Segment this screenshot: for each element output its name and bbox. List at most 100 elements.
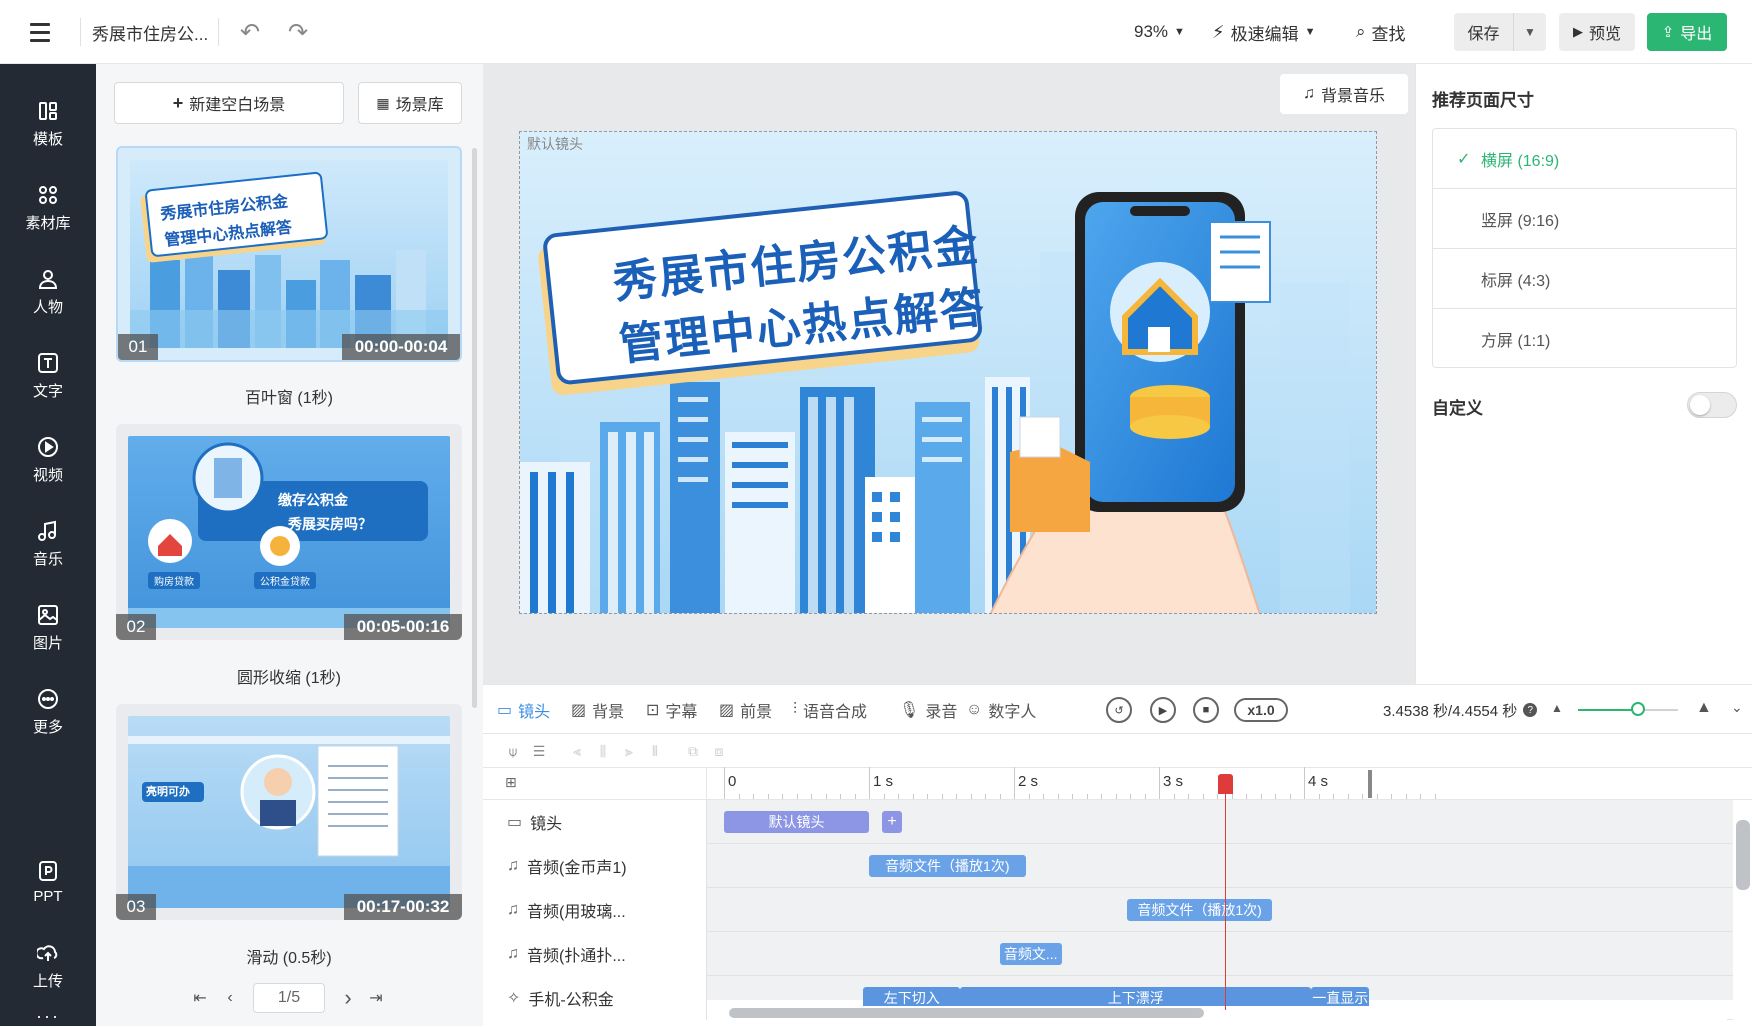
- ruler-minor-tick: [782, 794, 783, 799]
- find-button[interactable]: ⌕ 查找: [1356, 16, 1406, 48]
- preview-button[interactable]: ▶ 预览: [1559, 13, 1635, 51]
- chevron-down-icon[interactable]: ▼: [1514, 13, 1546, 51]
- ruler-minor-tick: [883, 794, 885, 799]
- playback-speed[interactable]: x1.0: [1234, 698, 1288, 722]
- sidebar-item-material[interactable]: 素材库: [0, 172, 96, 244]
- replay-icon[interactable]: ↺: [1106, 697, 1132, 723]
- thumb-title-line2: 秀展买房吗？: [288, 516, 372, 532]
- size-option-label: 竖屏 (9:16): [1481, 212, 1560, 230]
- ruler-minor-tick: [1057, 794, 1059, 799]
- hamburger-menu-icon[interactable]: [22, 16, 58, 48]
- sidebar-item-ppt[interactable]: PPT: [0, 846, 96, 918]
- sidebar-item-label: 素材库: [25, 214, 71, 232]
- scene-library-button[interactable]: ▦ 场景库: [358, 82, 462, 124]
- sidebar-item-image[interactable]: 图片: [0, 592, 96, 664]
- more-dots-icon[interactable]: ···: [36, 1006, 60, 1027]
- timeline-align-toolbar: ⍦ ☰ ⫷ ⫼ ⫸ ⫴ ⧉ ⧈: [483, 734, 1752, 768]
- sidebar-item-template[interactable]: 模板: [0, 88, 96, 160]
- tab-foreground[interactable]: ▨ 前景: [719, 685, 772, 735]
- timeline-vertical-scrollbar[interactable]: [1733, 800, 1752, 1000]
- track-name[interactable]: ♫ 音频(金币声1): [483, 844, 707, 888]
- scene-scrollbar[interactable]: [472, 148, 477, 708]
- redo-icon[interactable]: ↷: [282, 14, 314, 50]
- playhead[interactable]: [1224, 776, 1226, 1010]
- slider-knob[interactable]: [1631, 702, 1645, 716]
- duration-end-marker[interactable]: [1368, 770, 1373, 798]
- ruler-label: 4 s: [1308, 773, 1329, 790]
- align-right-icon[interactable]: ⫸: [619, 741, 639, 761]
- help-icon[interactable]: ?: [1523, 703, 1538, 717]
- zoom-out-icon[interactable]: ▲: [1551, 701, 1563, 715]
- distribute-icon[interactable]: ⫴: [645, 741, 665, 761]
- zoom-value: 93%: [1134, 22, 1169, 41]
- timeline-clip[interactable]: 音频文件（播放1次): [1127, 899, 1273, 921]
- align-center-icon[interactable]: ⫼: [593, 741, 613, 761]
- save-button[interactable]: 保存: [1454, 13, 1514, 51]
- filter-icon[interactable]: ⍦: [503, 741, 523, 761]
- export-button[interactable]: ⇪ 导出: [1647, 13, 1727, 51]
- custom-size-toggle[interactable]: [1687, 392, 1737, 418]
- music-icon: ♫: [1302, 85, 1315, 102]
- add-lens-button[interactable]: +: [882, 811, 902, 833]
- stage-canvas[interactable]: 秀展市住房公积金 管理中心热点解答: [519, 131, 1377, 614]
- ruler-minor-tick: [1115, 794, 1117, 799]
- playhead-handle[interactable]: [1217, 774, 1233, 794]
- first-page-icon[interactable]: ⇤: [188, 980, 212, 1016]
- speed-edit-dropdown[interactable]: ⚡ 极速编辑 ▼: [1212, 16, 1316, 48]
- add-track-icon[interactable]: ⊞: [505, 774, 517, 791]
- tab-digital-human[interactable]: ☺ 数字人: [966, 685, 1036, 735]
- tab-record[interactable]: 🎙 录音: [899, 685, 957, 735]
- tab-subtitle[interactable]: ⊡ 字幕: [646, 685, 697, 735]
- last-page-icon[interactable]: ⇥: [364, 980, 388, 1016]
- timeline-clip[interactable]: 音频文...: [999, 943, 1062, 965]
- timeline-clip[interactable]: 音频文件（播放1次): [869, 855, 1026, 877]
- tab-background[interactable]: ▨ 背景: [571, 685, 624, 735]
- scene-card-01[interactable]: 秀展市住房公积金 管理中心热点解答 01 00:00-00:04: [116, 146, 462, 362]
- camera-icon: ▭: [497, 702, 513, 719]
- track-name[interactable]: ♫ 音频(扑通扑...: [483, 932, 707, 976]
- document-title[interactable]: 秀展市住房公...: [92, 18, 208, 46]
- sidebar-item-person[interactable]: 人物: [0, 256, 96, 328]
- track-name-label: 镜头: [530, 816, 563, 833]
- timeline-zoom-slider[interactable]: [1578, 702, 1678, 716]
- sidebar-item-upload[interactable]: 上传: [0, 930, 96, 1002]
- page-input[interactable]: 1/5: [253, 983, 325, 1013]
- scene-number: 01: [118, 334, 158, 360]
- more-icon: [36, 688, 60, 710]
- layers-icon[interactable]: ☰: [529, 741, 549, 761]
- align-left-icon[interactable]: ⫷: [567, 741, 587, 761]
- ruler-minor-tick: [1231, 794, 1233, 799]
- sidebar-item-video[interactable]: 视频: [0, 424, 96, 496]
- ruler-label: 3 s: [1163, 773, 1184, 790]
- scene-card-03[interactable]: 亮明可办 03 00:17-00:32: [116, 704, 462, 920]
- group-icon[interactable]: ⧉: [683, 741, 703, 761]
- next-page-icon[interactable]: ›: [336, 980, 360, 1016]
- tab-tts[interactable]: ⫶ 语音合成: [793, 685, 867, 735]
- track-name[interactable]: ♫ 音频(用玻璃...: [483, 888, 707, 932]
- stop-icon[interactable]: ■: [1193, 697, 1219, 723]
- scene-thumbnail: 秀展市住房公积金 管理中心热点解答: [130, 160, 448, 348]
- ungroup-icon[interactable]: ⧈: [709, 741, 729, 761]
- prev-page-icon[interactable]: ‹: [218, 980, 242, 1016]
- background-music-button[interactable]: ♫ 背景音乐: [1280, 74, 1408, 114]
- sidebar-item-music[interactable]: 音乐: [0, 508, 96, 580]
- save-button-group: 保存 ▼: [1454, 13, 1546, 51]
- size-option-1-1[interactable]: 方屏 (1:1): [1433, 309, 1736, 369]
- size-option-9-16[interactable]: 竖屏 (9:16): [1433, 189, 1736, 249]
- zoom-dropdown[interactable]: 93% ▼: [1134, 16, 1185, 48]
- timeline-horizontal-scrollbar[interactable]: [707, 1006, 1727, 1020]
- zoom-in-icon[interactable]: ▲: [1696, 699, 1712, 717]
- track-name[interactable]: ✧ 手机-公积金: [483, 976, 707, 1020]
- timeline-clip[interactable]: 默认镜头: [724, 811, 869, 833]
- track-name[interactable]: ▭ 镜头: [483, 800, 707, 844]
- sidebar-item-more[interactable]: 更多: [0, 676, 96, 748]
- new-scene-button[interactable]: + 新建空白场景: [114, 82, 344, 124]
- collapse-icon[interactable]: ⌄: [1731, 699, 1743, 716]
- size-option-4-3[interactable]: 标屏 (4:3): [1433, 249, 1736, 309]
- tab-lens[interactable]: ▭ 镜头: [497, 685, 550, 735]
- play-icon[interactable]: ▶: [1150, 697, 1176, 723]
- undo-icon[interactable]: ↶: [234, 14, 266, 50]
- size-option-16-9[interactable]: ✓ 横屏 (16:9): [1433, 129, 1736, 189]
- sidebar-item-text[interactable]: 文字: [0, 340, 96, 412]
- scene-card-02[interactable]: 缴存公积金 秀展买房吗？ 购房贷款 公积金贷款 02 00:05-00:16: [116, 424, 462, 640]
